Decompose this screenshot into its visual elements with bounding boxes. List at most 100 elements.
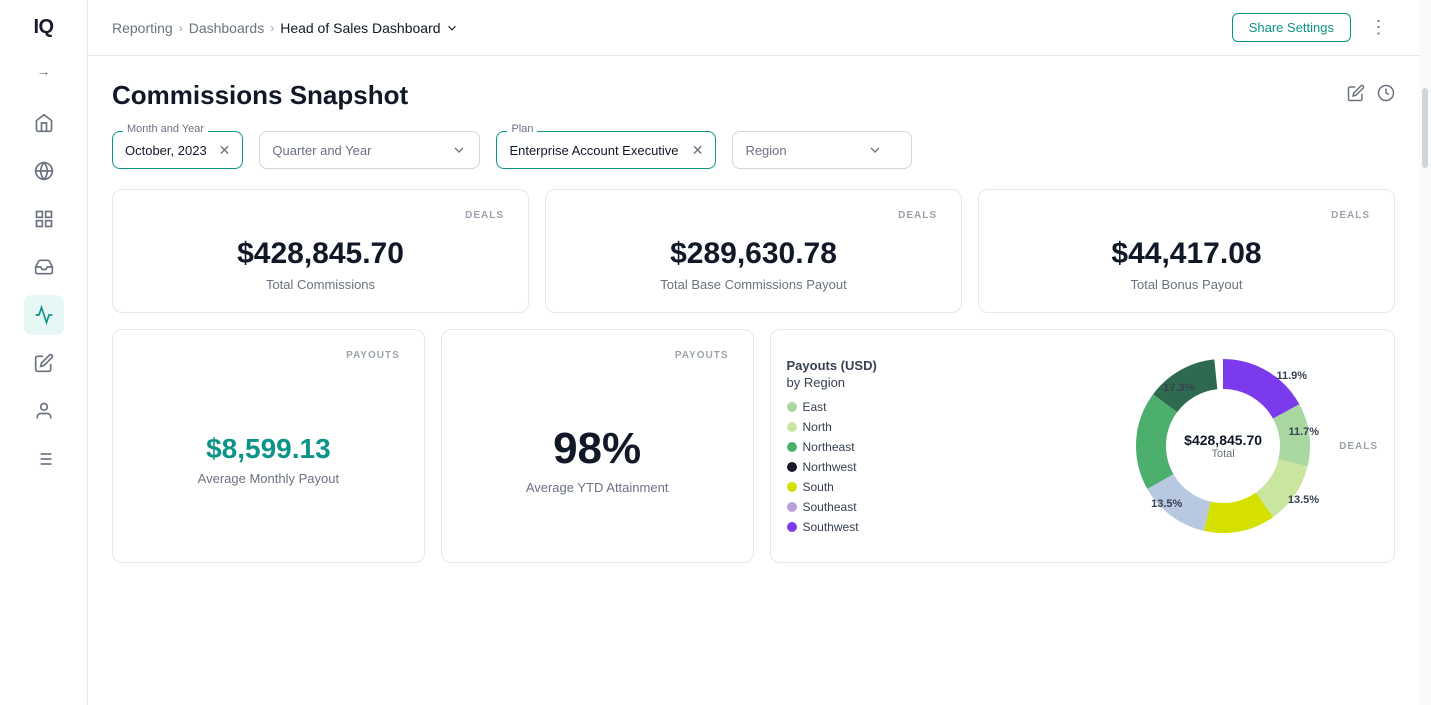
chart-title: Payouts (USD) — [787, 358, 1108, 373]
chart-subtitle: by Region — [787, 375, 1108, 390]
sidebar-item-grid[interactable] — [24, 199, 64, 239]
legend-northwest: Northwest — [787, 460, 1108, 474]
segment-label-11-7: 11.7% — [1289, 426, 1320, 438]
total-bonus-card: DEALS $44,417.08 Total Bonus Payout — [978, 189, 1395, 313]
northwest-dot — [787, 462, 797, 472]
more-options-button[interactable]: ⋮ — [1363, 12, 1395, 44]
month-year-label: Month and Year — [123, 123, 208, 135]
total-bonus-value: $44,417.08 — [1111, 237, 1261, 271]
page-header-icons — [1347, 84, 1395, 107]
region-filter[interactable]: Region — [732, 131, 912, 169]
legend-southwest: Southwest — [787, 520, 1108, 534]
sidebar-item-chart[interactable] — [24, 295, 64, 335]
chart-deals-tag: DEALS — [1339, 441, 1378, 452]
sidebar-item-home[interactable] — [24, 103, 64, 143]
topnav-actions: Share Settings ⋮ — [1232, 12, 1395, 44]
cards-row-1: DEALS $428,845.70 Total Commissions DEAL… — [112, 189, 1395, 313]
breadcrumb-dashboards[interactable]: Dashboards — [189, 20, 265, 36]
total-base-value: $289,630.78 — [670, 237, 837, 271]
avg-ytd-label: Average YTD Attainment — [526, 480, 669, 495]
chart-legend: East North Northeast Northwest — [787, 400, 1108, 534]
page-title: Commissions Snapshot — [112, 80, 408, 111]
sidebar-item-inbox[interactable] — [24, 247, 64, 287]
total-commissions-label: Total Commissions — [266, 277, 375, 292]
avg-monthly-payout-card: PAYOUTS $8,599.13 Average Monthly Payout — [112, 329, 425, 563]
southeast-label: Southeast — [803, 500, 857, 514]
donut-total-label: Total — [1184, 448, 1262, 460]
scrollbar-thumb[interactable] — [1422, 88, 1428, 168]
legend-north: North — [787, 420, 1108, 434]
total-bonus-label: Total Bonus Payout — [1130, 277, 1242, 292]
edit-pencil-icon[interactable] — [1347, 84, 1365, 107]
sidebar-item-globe[interactable] — [24, 151, 64, 191]
avg-ytd-value: 98% — [553, 424, 641, 474]
total-base-commissions-card: DEALS $289,630.78 Total Base Commissions… — [545, 189, 962, 313]
breadcrumb-sep-2: › — [270, 21, 274, 35]
southwest-dot — [787, 522, 797, 532]
northeast-dot — [787, 442, 797, 452]
app-logo: IQ — [33, 16, 53, 39]
total-commissions-value: $428,845.70 — [237, 237, 404, 271]
avg-ytd-card: PAYOUTS 98% Average YTD Attainment — [441, 329, 754, 563]
clock-icon[interactable] — [1377, 84, 1395, 107]
sidebar-item-edit[interactable] — [24, 343, 64, 383]
segment-label-17: 17.3% — [1163, 382, 1194, 394]
donut-chart: 17.3% 11.9% 11.7% 13.5% 13.5% $428,845.7… — [1123, 346, 1323, 546]
payouts-tag-1: PAYOUTS — [137, 350, 400, 361]
segment-label-13-5-r: 13.5% — [1288, 494, 1319, 506]
legend-south: South — [787, 480, 1108, 494]
breadcrumb-current[interactable]: Head of Sales Dashboard — [280, 20, 458, 36]
sidebar-item-list[interactable] — [24, 439, 64, 479]
card-tag-0: DEALS — [137, 210, 504, 221]
month-year-clear-icon[interactable]: ✕ — [219, 142, 231, 159]
row-2-layout: PAYOUTS $8,599.13 Average Monthly Payout… — [112, 329, 1395, 563]
scrollbar-track[interactable] — [1419, 0, 1431, 705]
sidebar-collapse-button[interactable]: → — [28, 55, 60, 87]
avg-monthly-value: $8,599.13 — [206, 433, 331, 465]
breadcrumb-reporting[interactable]: Reporting — [112, 20, 173, 36]
northeast-label: Northeast — [803, 440, 855, 454]
segment-label-11-9: 11.9% — [1277, 370, 1308, 382]
breadcrumb-sep-1: › — [179, 21, 183, 35]
total-base-label: Total Base Commissions Payout — [660, 277, 846, 292]
north-dot — [787, 422, 797, 432]
plan-value: Enterprise Account Executive — [509, 143, 679, 158]
share-settings-button[interactable]: Share Settings — [1232, 13, 1351, 42]
southeast-dot — [787, 502, 797, 512]
chart-deals-tag-wrap: DEALS — [1339, 433, 1378, 460]
donut-total-value: $428,845.70 — [1184, 432, 1262, 448]
east-dot — [787, 402, 797, 412]
legend-east: East — [787, 400, 1108, 414]
north-label: North — [803, 420, 832, 434]
page-header: Commissions Snapshot — [112, 80, 1395, 111]
month-year-filter[interactable]: Month and Year October, 2023 ✕ — [112, 131, 243, 169]
northwest-label: Northwest — [803, 460, 857, 474]
main-content: Reporting › Dashboards › Head of Sales D… — [88, 0, 1419, 705]
sidebar: IQ → — [0, 0, 88, 705]
sidebar-item-user[interactable] — [24, 391, 64, 431]
quarter-year-placeholder: Quarter and Year — [272, 143, 371, 158]
chevron-down-icon — [451, 142, 467, 158]
card-tag-1: DEALS — [570, 210, 937, 221]
south-dot — [787, 482, 797, 492]
region-chevron-icon — [867, 142, 883, 158]
payouts-tag-2: PAYOUTS — [466, 350, 729, 361]
legend-southeast: Southeast — [787, 500, 1108, 514]
total-commissions-card: DEALS $428,845.70 Total Commissions — [112, 189, 529, 313]
breadcrumb: Reporting › Dashboards › Head of Sales D… — [112, 20, 459, 36]
east-label: East — [803, 400, 827, 414]
month-year-value: October, 2023 — [125, 143, 207, 158]
card-tag-2: DEALS — [1003, 210, 1370, 221]
legend-northeast: Northeast — [787, 440, 1108, 454]
avg-monthly-label: Average Monthly Payout — [198, 471, 339, 486]
plan-filter[interactable]: Plan Enterprise Account Executive ✕ — [496, 131, 716, 169]
donut-center: $428,845.70 Total — [1184, 432, 1262, 460]
segment-label-13-5-l: 13.5% — [1151, 498, 1182, 510]
southwest-label: Southwest — [803, 520, 859, 534]
plan-label: Plan — [507, 123, 537, 135]
filters-bar: Month and Year October, 2023 ✕ Quarter a… — [112, 131, 1395, 169]
quarter-year-filter[interactable]: Quarter and Year — [259, 131, 480, 169]
top-nav: Reporting › Dashboards › Head of Sales D… — [88, 0, 1419, 56]
plan-clear-icon[interactable]: ✕ — [692, 142, 704, 159]
region-placeholder: Region — [745, 143, 786, 158]
